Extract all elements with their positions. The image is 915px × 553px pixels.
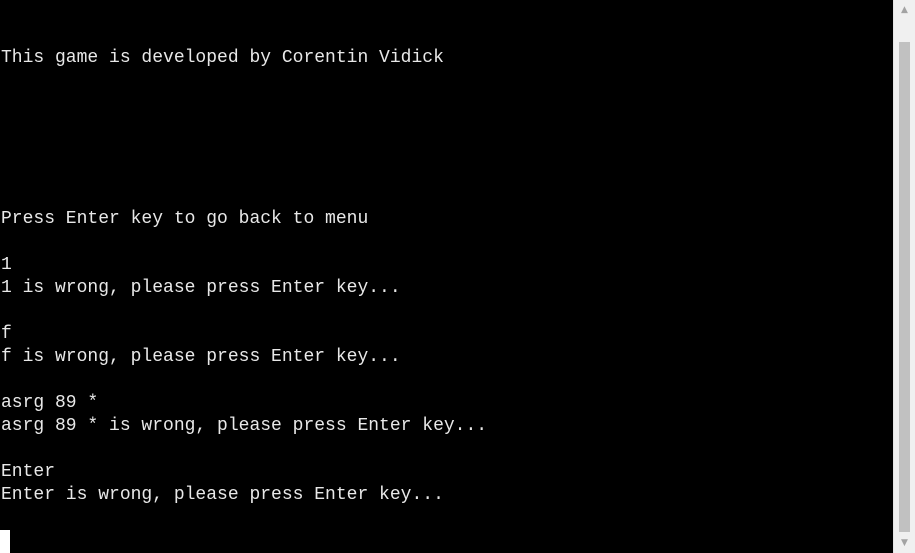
triangle-up-icon: ▲ <box>901 5 908 15</box>
scroll-down-button[interactable]: ▼ <box>894 533 915 553</box>
terminal-line-input: 1 <box>1 255 12 275</box>
terminal-line-input: Enter <box>1 462 56 482</box>
terminal-line-error: asrg 89 * is wrong, please press Enter k… <box>1 416 488 436</box>
terminal-line-credits: This game is developed by Corentin Vidic… <box>1 48 444 68</box>
terminal-line-error: f is wrong, please press Enter key... <box>1 347 401 367</box>
triangle-down-icon: ▼ <box>901 538 908 548</box>
scroll-up-button[interactable]: ▲ <box>894 0 915 20</box>
terminal-screen[interactable]: This game is developed by Corentin Vidic… <box>0 0 893 553</box>
scrollbar-thumb[interactable] <box>899 42 910 532</box>
text-cursor <box>0 530 10 553</box>
terminal-line-menu-prompt: Press Enter key to go back to menu <box>1 209 369 229</box>
terminal-line-input: asrg 89 * <box>1 393 99 413</box>
terminal-line-input: f <box>1 324 12 344</box>
terminal-line-error: 1 is wrong, please press Enter key... <box>1 278 401 298</box>
vertical-scrollbar[interactable]: ▲ ▼ <box>893 0 915 553</box>
app-window: This game is developed by Corentin Vidic… <box>0 0 915 553</box>
terminal-line-error: Enter is wrong, please press Enter key..… <box>1 485 444 505</box>
